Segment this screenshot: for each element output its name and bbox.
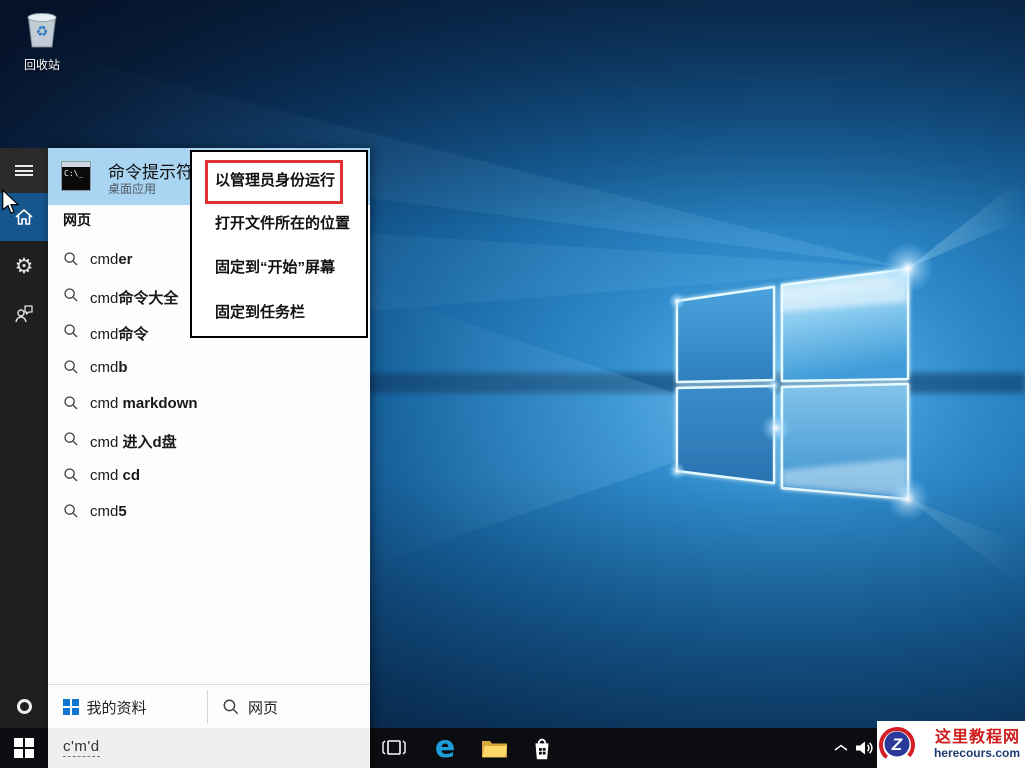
store-icon	[528, 733, 556, 763]
watermark-site-url: herecours.com	[919, 747, 1020, 760]
file-explorer-icon	[481, 738, 508, 759]
top-result-subtitle: 桌面应用	[108, 180, 156, 197]
footer-divider	[207, 690, 208, 723]
search-icon	[63, 503, 79, 519]
start-rail: ⚙	[0, 148, 48, 728]
store-button[interactable]	[526, 728, 558, 768]
speaker-icon	[854, 739, 876, 757]
edge-browser-button[interactable]: e	[428, 728, 462, 768]
menu-item-pin-to-start[interactable]: 固定到“开始”屏幕	[215, 259, 335, 277]
start-button[interactable]	[0, 728, 48, 768]
context-menu: 以管理员身份运行 打开文件所在的位置 固定到“开始”屏幕 固定到任务栏	[190, 150, 368, 338]
search-suggestion[interactable]: cmd 进入d盘	[48, 426, 370, 456]
watermark-site-name: 这里教程网	[919, 729, 1020, 747]
volume-button[interactable]	[852, 728, 878, 768]
search-icon	[222, 698, 240, 716]
task-view-button[interactable]	[378, 728, 410, 768]
menu-item-pin-to-taskbar[interactable]: 固定到任务栏	[215, 304, 305, 322]
cortana-ring-icon	[17, 699, 32, 714]
menu-button[interactable]	[0, 148, 48, 193]
search-icon	[63, 431, 79, 447]
search-icon	[63, 287, 79, 303]
file-explorer-button[interactable]	[477, 728, 511, 768]
search-icon	[63, 323, 79, 339]
recycle-symbol-icon: ♻	[36, 23, 49, 39]
search-icon	[63, 395, 79, 411]
watermark-logo-icon: Z	[877, 724, 919, 766]
watermark: Z 这里教程网 herecours.com	[877, 721, 1025, 768]
search-suggestion[interactable]: cmd5	[48, 498, 370, 528]
web-section-header: 网页	[63, 210, 91, 230]
windows-flag-icon	[63, 699, 79, 715]
web-button[interactable]: 网页	[222, 685, 278, 729]
search-query-text: c'm'd	[63, 738, 100, 757]
menu-item-run-as-admin[interactable]: 以管理员身份运行	[215, 172, 335, 190]
search-icon	[63, 251, 79, 267]
command-prompt-icon: C:\_	[61, 161, 91, 191]
search-icon	[63, 467, 79, 483]
hamburger-icon	[15, 163, 33, 179]
windows-desktop: ♻ 回收站 ⚙	[0, 0, 1025, 768]
menu-item-open-file-location[interactable]: 打开文件所在的位置	[215, 215, 350, 233]
recycle-bin-desktop-icon[interactable]: ♻ 回收站	[12, 6, 72, 73]
taskbar-search-box[interactable]: c'm'd	[48, 728, 370, 768]
search-footer: 我的资料 网页	[48, 684, 370, 728]
search-suggestion[interactable]: cmd markdown	[48, 390, 370, 420]
tray-expand-button[interactable]	[828, 728, 854, 768]
search-results-panel: C:\_ 命令提示符 桌面应用 网页 cmder cmd命令大全 cmd命令 c…	[48, 148, 370, 768]
feedback-person-icon	[13, 303, 35, 325]
chevron-up-icon	[833, 743, 849, 753]
home-icon	[12, 205, 36, 229]
recycle-bin-label: 回收站	[12, 56, 72, 73]
feedback-button[interactable]	[0, 294, 48, 334]
search-icon	[63, 359, 79, 375]
edge-icon: e	[435, 730, 455, 766]
windows-logo-icon	[14, 738, 34, 758]
home-button[interactable]	[0, 193, 48, 241]
watermark-logo-letter: Z	[891, 735, 903, 754]
gear-icon: ⚙	[15, 256, 34, 277]
settings-button[interactable]: ⚙	[0, 246, 48, 286]
search-suggestion[interactable]: cmd cd	[48, 462, 370, 492]
cortana-button[interactable]	[0, 694, 48, 718]
task-view-icon	[380, 738, 408, 758]
recycle-bin-icon: ♻	[19, 6, 65, 50]
search-suggestion[interactable]: cmdb	[48, 354, 370, 384]
my-stuff-button[interactable]: 我的资料	[63, 685, 147, 729]
